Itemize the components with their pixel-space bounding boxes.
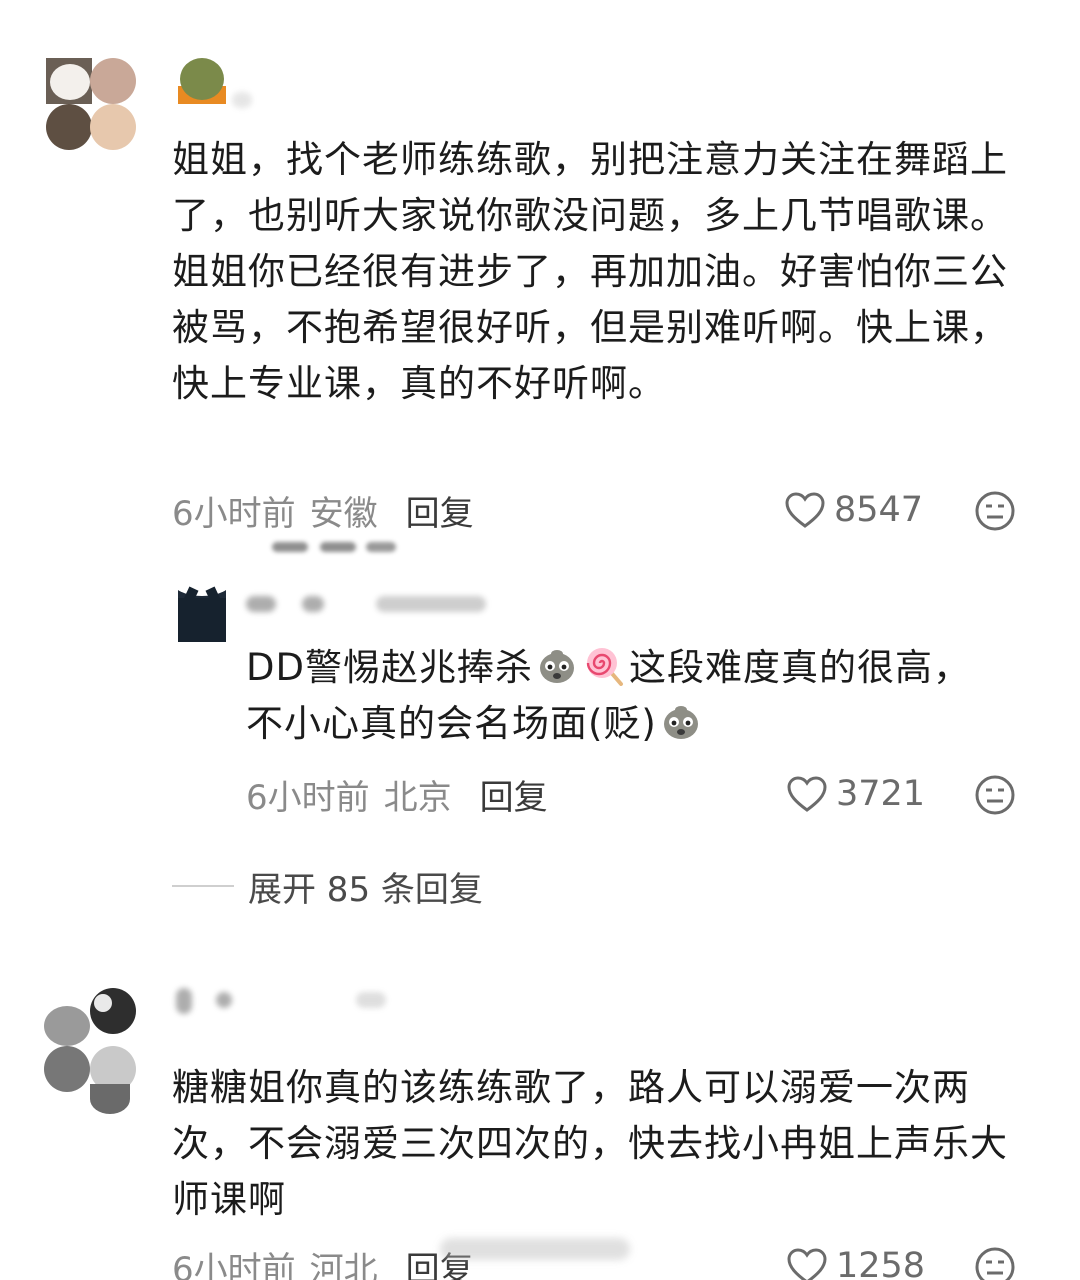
comment-body: 糖糖姐你真的该练练歌了，路人可以溺爱一次两次，不会溺爱三次四次的，快去找小冉姐上…: [172, 1066, 1008, 1221]
reply-button[interactable]: 回复: [480, 770, 548, 819]
comment-meta: 6小时前 河北 回复: [172, 1244, 474, 1280]
meh-face-icon[interactable]: [974, 490, 1016, 532]
location: 河北: [309, 1249, 378, 1280]
meh-face-icon[interactable]: [974, 1246, 1016, 1280]
timestamp: 6小时前: [172, 1249, 296, 1280]
like-count: 3721: [836, 774, 926, 814]
username[interactable]: [246, 588, 496, 618]
like-button[interactable]: 3721: [786, 772, 925, 816]
username[interactable]: [232, 84, 272, 114]
location: 安徽: [309, 493, 378, 534]
face-emoji-icon: [539, 650, 574, 683]
comment-1: 姐姐，找个老师练练歌，别把注意力关注在舞蹈上了，也别听大家说你歌没问题，多上几节…: [0, 0, 1080, 560]
expand-replies-button[interactable]: 展开 85 条回复: [172, 864, 483, 910]
heart-outline-icon: [785, 492, 825, 528]
like-count: 1258: [836, 1246, 926, 1280]
comment-text-before: DD警惕赵兆捧杀: [246, 646, 533, 689]
comment-meta: 6小时前 安徽 回复: [172, 486, 474, 535]
avatar[interactable]: [178, 580, 226, 642]
expand-replies-label: 展开 85 条回复: [248, 869, 483, 910]
comment-body: DD警惕赵兆捧杀 这段难度真的很高，不小心真的会名场面(贬): [246, 640, 996, 752]
face-emoji-icon: [663, 706, 698, 739]
comment-3: 糖糖姐你真的该练练歌了，路人可以溺爱一次两次，不会溺爱三次四次的，快去找小冉姐上…: [0, 980, 1080, 1280]
lollipop-emoji-icon: [586, 648, 623, 686]
avatar[interactable]: [46, 58, 136, 150]
timestamp: 6小时前: [246, 777, 370, 818]
username-avatar-badge: [178, 58, 226, 104]
watermark: [440, 1238, 630, 1260]
username[interactable]: [176, 984, 396, 1014]
reply-button[interactable]: 回复: [406, 486, 474, 535]
heart-outline-icon: [787, 776, 827, 812]
like-count: 8547: [834, 490, 924, 530]
location: 北京: [383, 777, 452, 818]
partial-element: [200, 540, 410, 552]
divider-line: [172, 885, 234, 887]
timestamp: 6小时前: [172, 493, 296, 534]
heart-outline-icon: [787, 1248, 827, 1280]
comment-meta: 6小时前 北京 回复: [246, 770, 548, 819]
reply-comment: DD警惕赵兆捧杀 这段难度真的很高，不小心真的会名场面(贬) 6小时前 北京 回…: [0, 570, 1080, 840]
meh-face-icon[interactable]: [974, 774, 1016, 816]
like-button[interactable]: 1258: [786, 1244, 925, 1280]
comment-body: 姐姐，找个老师练练歌，别把注意力关注在舞蹈上了，也别听大家说你歌没问题，多上几节…: [172, 138, 1008, 405]
avatar[interactable]: [44, 984, 140, 1114]
like-button[interactable]: 8547: [784, 488, 923, 532]
